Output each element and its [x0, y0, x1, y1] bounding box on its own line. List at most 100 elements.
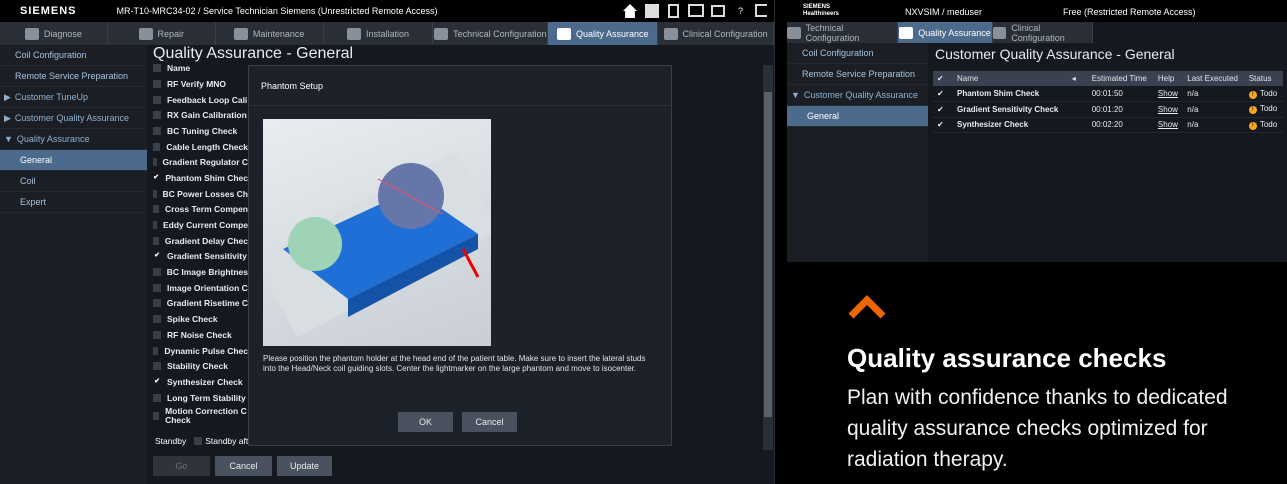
check-list: Name: [153, 63, 248, 73]
item-checkbox[interactable]: [153, 283, 161, 292]
list-item[interactable]: ✔ Gradient Sensitivity: [153, 249, 248, 265]
document-icon[interactable]: [668, 4, 679, 18]
row-checkbox[interactable]: ✔: [933, 101, 953, 118]
windows-icon[interactable]: [711, 5, 725, 17]
item-checkbox[interactable]: [153, 268, 161, 277]
item-checkbox[interactable]: [153, 346, 159, 355]
standby-checkbox[interactable]: [194, 437, 203, 445]
sidebar-item-remote-service-preparation[interactable]: Remote Service Preparation: [0, 66, 147, 87]
item-checkbox[interactable]: [153, 95, 161, 104]
item-checkbox[interactable]: [153, 79, 161, 88]
list-item[interactable]: ✔ Synthesizer Check: [153, 374, 248, 390]
sidebar-item-customer-tuneup[interactable]: ▶ Customer TuneUp: [0, 87, 147, 108]
list-item[interactable]: Cable Length Check: [153, 139, 248, 155]
tab-technical-configuration[interactable]: Technical Configuration: [787, 22, 898, 43]
list-item[interactable]: Gradient Regulator C: [153, 154, 248, 170]
item-checkbox[interactable]: [153, 330, 161, 339]
item-checkbox[interactable]: [153, 142, 161, 151]
item-checkbox[interactable]: [153, 393, 161, 402]
wrench-icon: [138, 27, 153, 40]
tab-clinical-configuration[interactable]: Clinical Configuration: [993, 22, 1093, 43]
item-checkbox[interactable]: [153, 236, 159, 245]
update-button[interactable]: Update: [277, 456, 332, 476]
list-item[interactable]: Eddy Current Compe: [153, 217, 248, 233]
column-name[interactable]: Name: [953, 71, 1068, 86]
column-estimated-time[interactable]: Estimated Time: [1087, 71, 1154, 86]
sidebar-item-coil[interactable]: Coil: [0, 171, 147, 192]
column-status[interactable]: Status: [1244, 71, 1283, 86]
item-checkbox[interactable]: [153, 158, 157, 167]
tab-technical-configuration[interactable]: Technical Configuration: [433, 22, 549, 45]
table-row[interactable]: ✔ Gradient Sensitivity Check 00:01:20 Show n…: [933, 101, 1283, 118]
sidebar-item-coil-configuration[interactable]: Coil Configuration: [0, 45, 147, 66]
tab-quality-assurance[interactable]: Quality Assurance: [898, 22, 993, 43]
go-button[interactable]: Go: [153, 456, 210, 476]
sidebar-item-remote-service-preparation[interactable]: Remote Service Preparation: [787, 64, 928, 85]
sidebar-item-general[interactable]: General: [787, 106, 928, 127]
sidebar-item-customer-quality-assurance[interactable]: ▶ Customer Quality Assurance: [0, 108, 147, 129]
tools-icon[interactable]: [645, 4, 659, 18]
column-last-executed[interactable]: Last Executed: [1183, 71, 1245, 86]
logout-icon[interactable]: [755, 4, 767, 17]
list-item[interactable]: Stability Check: [153, 358, 248, 374]
tab-repair[interactable]: Repair: [107, 22, 216, 45]
ok-button[interactable]: OK: [398, 412, 453, 432]
help-link[interactable]: Show: [1153, 117, 1184, 133]
item-checkbox[interactable]: [153, 299, 161, 308]
sidebar-item-general[interactable]: General: [0, 150, 147, 171]
list-item[interactable]: Image Orientation C: [153, 280, 248, 296]
row-checkbox[interactable]: ✔: [933, 86, 953, 102]
item-checkbox[interactable]: ✔: [153, 378, 161, 386]
table-row[interactable]: ✔ Phantom Shim Check 00:01:50 Show n/a! Todo: [933, 86, 1283, 102]
scrollbar-thumb[interactable]: [764, 92, 772, 417]
list-item[interactable]: ✔ Phantom Shim Chec: [153, 170, 248, 186]
list-item[interactable]: RF Noise Check: [153, 327, 248, 343]
tab-clinical-configuration[interactable]: Clinical Configuration: [658, 22, 774, 45]
item-checkbox[interactable]: [153, 412, 160, 421]
item-checkbox[interactable]: [153, 362, 161, 371]
row-checkbox[interactable]: ✔: [933, 117, 953, 133]
status-badge: ! Todo: [1244, 101, 1283, 118]
list-item[interactable]: Long Term Stability: [153, 390, 248, 406]
item-checkbox[interactable]: [153, 189, 157, 198]
select-all-checkbox[interactable]: [153, 64, 161, 72]
list-item[interactable]: Gradient Risetime C: [153, 296, 248, 312]
tab-diagnose[interactable]: Diagnose: [0, 22, 108, 45]
list-item[interactable]: BC Image Brightnes: [153, 264, 248, 280]
monitor-icon[interactable]: [688, 4, 704, 17]
sidebar-item-quality-assurance[interactable]: ▼ Quality Assurance: [0, 129, 147, 150]
home-icon[interactable]: [623, 4, 637, 18]
item-checkbox[interactable]: ✔: [153, 174, 159, 182]
cancel-button[interactable]: Cancel: [215, 456, 272, 476]
sidebar-item-customer-quality-assurance[interactable]: ▼ Customer Quality Assurance: [787, 85, 928, 106]
list-item[interactable]: RX Gain Calibration: [153, 107, 248, 123]
tab-maintenance[interactable]: Maintenance: [215, 22, 324, 45]
list-item[interactable]: Spike Check: [153, 311, 248, 327]
list-item[interactable]: Dynamic Pulse Chec: [153, 343, 248, 359]
table-row[interactable]: ✔ Synthesizer Check 00:02:20 Show n/a! Todo: [933, 117, 1283, 133]
help-link[interactable]: Show: [1153, 86, 1184, 102]
tab-installation[interactable]: Installation: [323, 22, 434, 45]
list-item[interactable]: BC Tuning Check: [153, 123, 248, 139]
list-item[interactable]: Cross Term Compen: [153, 202, 248, 218]
select-all-checkbox[interactable]: ✔: [933, 71, 953, 86]
list-item[interactable]: Motion Correction C Check: [153, 405, 248, 427]
dialog-cancel-button[interactable]: Cancel: [462, 412, 517, 432]
item-checkbox[interactable]: [153, 126, 161, 135]
column-help[interactable]: Help: [1153, 71, 1184, 86]
sidebar-item-expert[interactable]: Expert: [0, 192, 147, 213]
tab-quality-assurance[interactable]: Quality Assurance: [548, 22, 659, 45]
item-checkbox[interactable]: [153, 221, 157, 230]
list-item[interactable]: Feedback Loop Cali: [153, 92, 248, 108]
help-icon[interactable]: ?: [738, 6, 743, 16]
list-item[interactable]: BC Power Losses Ch: [153, 186, 248, 202]
item-checkbox[interactable]: [153, 205, 160, 214]
list-item[interactable]: Gradient Delay Chec: [153, 233, 248, 249]
item-checkbox[interactable]: [153, 111, 161, 120]
sidebar-item-coil-configuration[interactable]: Coil Configuration: [787, 43, 928, 64]
scrollbar[interactable]: [763, 65, 773, 450]
item-checkbox[interactable]: [153, 315, 161, 324]
help-link[interactable]: Show: [1153, 101, 1184, 118]
list-item[interactable]: RF Verify MNO: [153, 76, 248, 92]
item-checkbox[interactable]: ✔: [153, 252, 161, 260]
